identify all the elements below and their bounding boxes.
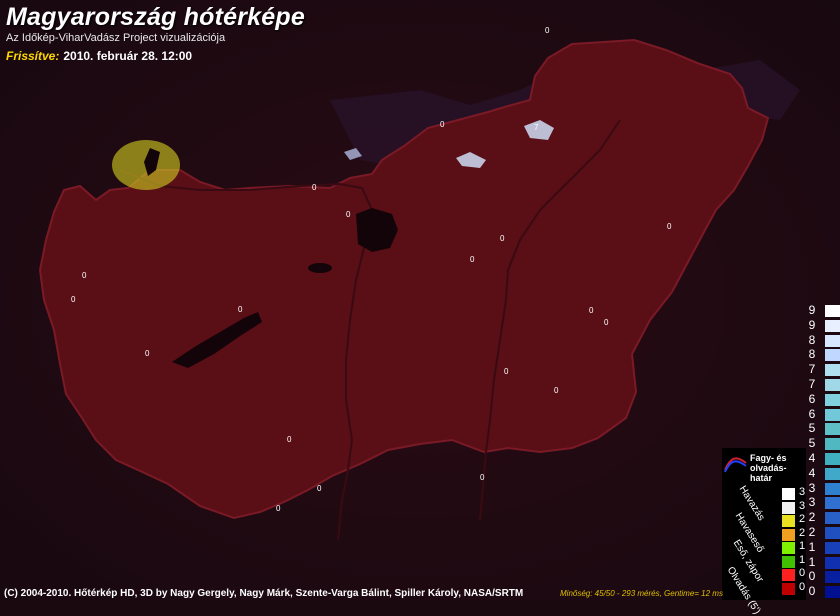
scale-swatch — [825, 527, 840, 539]
measurement-value: 0 — [71, 295, 76, 304]
scale-swatch — [825, 408, 840, 421]
updated-label: Frissítve: — [6, 49, 60, 63]
legend-number: 2 — [799, 526, 806, 539]
map-title: Magyarország hótérképe — [6, 3, 305, 31]
legend-number: 1 — [799, 540, 806, 552]
measurement-value: 0 — [145, 349, 150, 358]
updated-value: 2010. február 28. 12:00 — [63, 49, 193, 63]
scale-label: 8 — [808, 347, 816, 362]
scale-swatch — [825, 453, 840, 465]
measurement-value: 0 — [604, 318, 609, 327]
legend-swatch — [782, 515, 795, 527]
scale-label: 1 — [808, 539, 816, 554]
legend-swatch — [782, 555, 795, 568]
scale-swatch — [825, 586, 840, 599]
quality-text: Minőség: 45/50 - 293 mérés, Gentime= 12 … — [560, 589, 723, 598]
scale-label: 3 — [808, 480, 816, 495]
legend-swatch — [782, 488, 795, 500]
scale-swatch — [825, 482, 840, 495]
scale-label: 2 — [808, 525, 816, 539]
legend-number: 3 — [799, 499, 806, 512]
scale-swatch — [825, 467, 840, 480]
legend-swatch — [782, 528, 795, 541]
scale-label: 4 — [808, 451, 816, 465]
scale-label: 7 — [808, 377, 816, 391]
legend-number: 0 — [799, 567, 806, 579]
measurement-value: 0 — [589, 306, 594, 315]
measurement-value: 0 — [238, 305, 243, 314]
scale-label: 2 — [808, 510, 816, 525]
measurement-value: 0 — [500, 234, 505, 243]
scale-label: 1 — [808, 554, 816, 569]
scale-label: 8 — [808, 332, 816, 347]
scale-swatch — [825, 571, 840, 584]
measurement-value: 0 — [287, 435, 292, 444]
scale-swatch — [825, 364, 840, 377]
lake-velence — [308, 263, 332, 273]
frost-line-icon — [724, 457, 747, 473]
legend-swatch — [782, 582, 795, 595]
scale-swatch — [825, 556, 840, 569]
scale-label: 6 — [808, 391, 816, 406]
scale-label: 4 — [808, 465, 816, 480]
frost-boundary-label: Fagy- és olvadás-határ — [750, 453, 787, 483]
scale-swatch — [825, 541, 840, 554]
scale-label: 9 — [808, 317, 816, 332]
scale-label: 3 — [808, 495, 816, 510]
map-subtitle: Az Időkép-ViharVadász Project vizualizác… — [6, 32, 226, 44]
legend-number: 1 — [799, 553, 806, 566]
hungary-map: 0 0 7 0 0 0 0 0 0 0 0 0 0 0 0 0 0 0 0 0 — [0, 0, 840, 600]
legend-swatch — [782, 542, 795, 554]
legend-swatch — [782, 569, 795, 581]
legend-number: 0 — [799, 580, 806, 593]
scale-label: 6 — [808, 406, 816, 421]
measurement-value: 0 — [82, 271, 87, 280]
measurement-value: 0 — [480, 473, 485, 482]
measurement-value: 0 — [346, 210, 351, 219]
snow-depth-scale: 99887766554433221100 — [806, 303, 840, 600]
scale-swatch — [825, 423, 840, 436]
measurement-value: 0 — [440, 120, 445, 129]
legend-number: 3 — [799, 486, 806, 498]
scale-swatch — [825, 438, 840, 451]
scale-label: 9 — [808, 303, 816, 317]
legend-number: 2 — [799, 513, 806, 525]
scale-label: 5 — [808, 421, 816, 436]
scale-label: 5 — [808, 436, 816, 451]
measurement-value: 7 — [534, 123, 539, 132]
scale-swatch — [825, 349, 840, 362]
measurement-value: 0 — [276, 504, 281, 513]
scale-swatch — [825, 497, 840, 510]
scale-label: 0 — [808, 569, 816, 584]
scale-label: 0 — [808, 584, 816, 599]
measurement-value: 0 — [470, 255, 475, 264]
measurement-value: 0 — [554, 386, 559, 395]
scale-swatch — [825, 379, 840, 391]
update-time: Frissítve: 2010. február 28. 12:00 — [6, 49, 192, 63]
scale-swatch — [825, 305, 840, 317]
legend-swatch — [782, 501, 795, 514]
scale-label: 7 — [808, 362, 816, 377]
scale-swatch — [825, 334, 840, 347]
measurement-value: 0 — [504, 367, 509, 376]
measurement-value: 0 — [312, 183, 317, 192]
scale-swatch — [825, 319, 840, 332]
measurement-value: 0 — [545, 26, 550, 35]
measurement-value: 0 — [667, 222, 672, 231]
credits-text: (C) 2004-2010. Hőtérkép HD, 3D by Nagy G… — [4, 588, 524, 599]
measurement-value: 0 — [317, 484, 322, 493]
precip-legend: Fagy- és olvadás-határ Havazás Havaseső … — [722, 448, 806, 616]
scale-swatch — [825, 393, 840, 406]
scale-swatch — [825, 512, 840, 525]
